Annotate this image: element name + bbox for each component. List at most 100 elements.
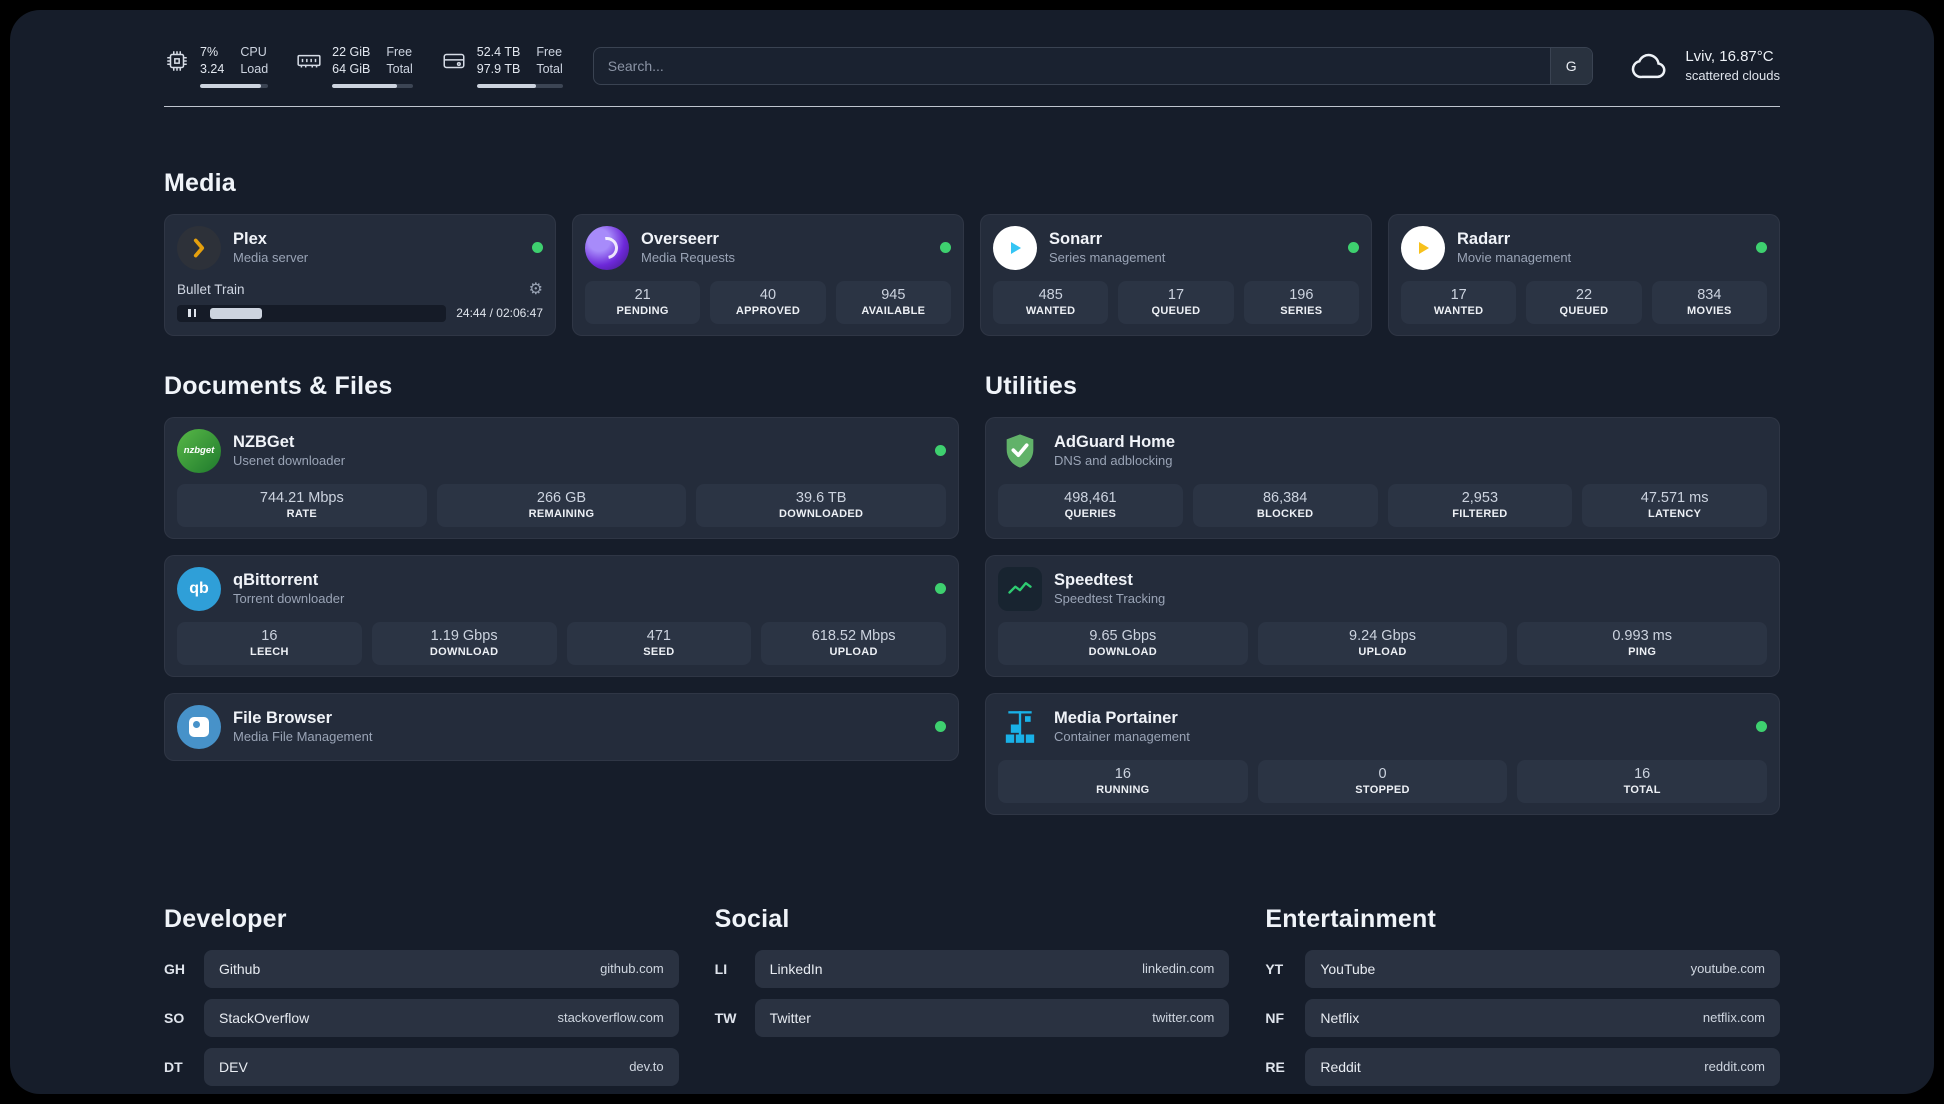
- disk-total: 97.9 TB: [476, 61, 521, 76]
- bookmark-twitter[interactable]: TW Twitter twitter.com: [715, 998, 1230, 1037]
- topbar: 7% 3.24 CPU Load 22 GiB 64 GiB Free Tota…: [164, 10, 1780, 88]
- cpu-widget: 7% 3.24 CPU Load: [164, 44, 269, 88]
- ram-progressbar: [332, 83, 413, 88]
- app-card-sonarr[interactable]: Sonarr Series management 485 WANTED 17 QUE…: [980, 213, 1372, 336]
- stat-label: AVAILABLE: [861, 304, 926, 317]
- app-card-radarr[interactable]: Radarr Movie management 17 WANTED 22 QUEUE…: [1388, 213, 1780, 336]
- stat-tile: 17 WANTED: [1401, 280, 1517, 324]
- app-name: Overseerr: [641, 229, 719, 248]
- app-name: Radarr: [1457, 229, 1511, 248]
- bookmark-github[interactable]: GH Github github.com: [164, 949, 679, 988]
- bookmark-dev[interactable]: DT DEV dev.to: [164, 1047, 679, 1086]
- ram-values: 22 GiB 64 GiB: [332, 44, 370, 78]
- stat-value: 498,461: [1064, 489, 1117, 506]
- qbittorrent-icon: qb: [177, 566, 221, 611]
- ram-total: 64 GiB: [332, 61, 371, 76]
- app-card-portainer[interactable]: Media Portainer Container management 16 R…: [985, 692, 1780, 815]
- app-subtitle: Series management: [1049, 250, 1166, 266]
- speedtest-icon: [998, 566, 1042, 611]
- nzbget-icon: nzbget: [177, 428, 221, 473]
- stat-value: 16: [1114, 765, 1131, 782]
- stat-label: UPLOAD: [1358, 645, 1407, 658]
- gear-icon[interactable]: ⚙: [529, 281, 543, 298]
- bookmark-url: github.com: [600, 961, 664, 977]
- bookmark-name: Twitter: [769, 1009, 811, 1026]
- bookmark-abbr: SO: [164, 1009, 185, 1026]
- bookmark-stackoverflow[interactable]: SO StackOverflow stackoverflow.com: [164, 998, 679, 1037]
- search-bar[interactable]: G: [592, 46, 1593, 85]
- stat-label: SEED: [643, 645, 675, 658]
- ram-labels: Free Total: [386, 44, 412, 78]
- bookmark-pill[interactable]: Twitter twitter.com: [754, 998, 1230, 1037]
- stat-tile: 945 AVAILABLE: [835, 280, 951, 324]
- app-card-qbittorrent[interactable]: qb qBittorrent Torrent downloader 16 LEEC…: [164, 554, 959, 677]
- status-dot-online: [940, 242, 951, 254]
- app-subtitle: Speedtest Tracking: [1054, 591, 1166, 607]
- bookmark-pill[interactable]: DEV dev.to: [204, 1047, 679, 1086]
- stat-label: QUERIES: [1064, 507, 1117, 520]
- stat-tile: 485 WANTED: [993, 280, 1109, 324]
- pause-button[interactable]: [179, 307, 205, 320]
- stat-tile: 21 PENDING: [585, 280, 701, 324]
- stat-value: 196: [1289, 286, 1314, 303]
- entertainment-section-title: Entertainment: [1265, 904, 1437, 933]
- stat-label: WANTED: [1433, 304, 1484, 317]
- disk-widget: 52.4 TB 97.9 TB Free Total: [441, 44, 563, 88]
- stat-value: 16: [1634, 765, 1651, 782]
- stat-value: 618.52 Mbps: [811, 627, 896, 644]
- app-card-adguard[interactable]: AdGuard Home DNS and adblocking 498,461 Q…: [985, 416, 1780, 539]
- playback-progressbar[interactable]: [177, 304, 447, 322]
- bookmark-name: LinkedIn: [769, 960, 823, 977]
- playback-time: 24:44 / 02:06:47: [456, 306, 543, 321]
- stat-tile: 16 RUNNING: [998, 759, 1248, 803]
- status-dot-online: [935, 445, 946, 457]
- cpu-load-avg: 3.24: [200, 61, 225, 76]
- bookmark-pill[interactable]: StackOverflow stackoverflow.com: [204, 998, 679, 1037]
- stat-value: 16: [261, 627, 278, 644]
- cpu-label-top: CPU: [240, 45, 267, 59]
- bookmark-pill[interactable]: YouTube youtube.com: [1305, 949, 1780, 988]
- search-input[interactable]: [593, 47, 1550, 84]
- stat-label: BLOCKED: [1256, 507, 1314, 520]
- bookmark-abbr: DT: [164, 1058, 183, 1075]
- app-card-speedtest[interactable]: Speedtest Speedtest Tracking 9.65 Gbps DO…: [985, 554, 1780, 677]
- app-subtitle: Usenet downloader: [233, 453, 346, 469]
- stat-label: PING: [1628, 645, 1657, 658]
- bookmark-pill[interactable]: LinkedIn linkedin.com: [754, 949, 1230, 988]
- bookmark-netflix[interactable]: NF Netflix netflix.com: [1265, 998, 1780, 1037]
- developer-section-title: Developer: [164, 904, 287, 933]
- bookmark-linkedin[interactable]: LI LinkedIn linkedin.com: [715, 949, 1230, 988]
- stat-tile: 834 MOVIES: [1651, 280, 1767, 324]
- cpu-usage: 7%: [200, 45, 219, 59]
- search-engine-button[interactable]: G: [1549, 47, 1592, 84]
- status-dot-online: [1348, 242, 1359, 254]
- bookmark-youtube[interactable]: YT YouTube youtube.com: [1265, 949, 1780, 988]
- stat-tile: 9.24 Gbps UPLOAD: [1257, 621, 1508, 665]
- app-card-plex[interactable]: Plex Media server Bullet Train ⚙ 24:44 /…: [164, 213, 556, 336]
- bookmark-name: Github: [219, 960, 261, 977]
- stat-tile: 0.993 ms PING: [1517, 621, 1768, 665]
- cpu-progressbar: [200, 83, 269, 88]
- bookmark-pill[interactable]: Github github.com: [204, 949, 679, 988]
- stat-label: WANTED: [1025, 304, 1076, 317]
- app-name: NZBGet: [233, 432, 295, 451]
- stat-tile: 9.65 Gbps DOWNLOAD: [998, 621, 1248, 665]
- section-documents: Documents & Files nzbget NZBGet Usenet d…: [164, 372, 959, 761]
- app-card-filebrowser[interactable]: File Browser Media File Management: [164, 692, 959, 761]
- overseerr-icon: [585, 225, 629, 270]
- bookmark-url: stackoverflow.com: [557, 1010, 664, 1026]
- bookmark-pill[interactable]: Netflix netflix.com: [1305, 998, 1780, 1037]
- app-card-nzbget[interactable]: nzbget NZBGet Usenet downloader 744.21 M…: [164, 416, 959, 539]
- stat-label: SERIES: [1280, 304, 1323, 317]
- media-section-title: Media: [164, 168, 236, 197]
- bookmark-reddit[interactable]: RE Reddit reddit.com: [1265, 1047, 1780, 1086]
- stat-tile: 266 GB REMAINING: [436, 483, 687, 527]
- app-card-overseerr[interactable]: Overseerr Media Requests 21 PENDING 40 APP…: [572, 213, 964, 336]
- cpu-icon: [167, 51, 187, 71]
- stat-value: 0.993 ms: [1612, 627, 1672, 644]
- stat-value: 2,953: [1461, 489, 1499, 506]
- section-media: Media Plex Media server Bullet Train ⚙ 2…: [164, 169, 1780, 336]
- disk-icon: [443, 53, 465, 69]
- system-widgets: 7% 3.24 CPU Load 22 GiB 64 GiB Free Tota…: [164, 44, 563, 88]
- bookmark-pill[interactable]: Reddit reddit.com: [1305, 1047, 1780, 1086]
